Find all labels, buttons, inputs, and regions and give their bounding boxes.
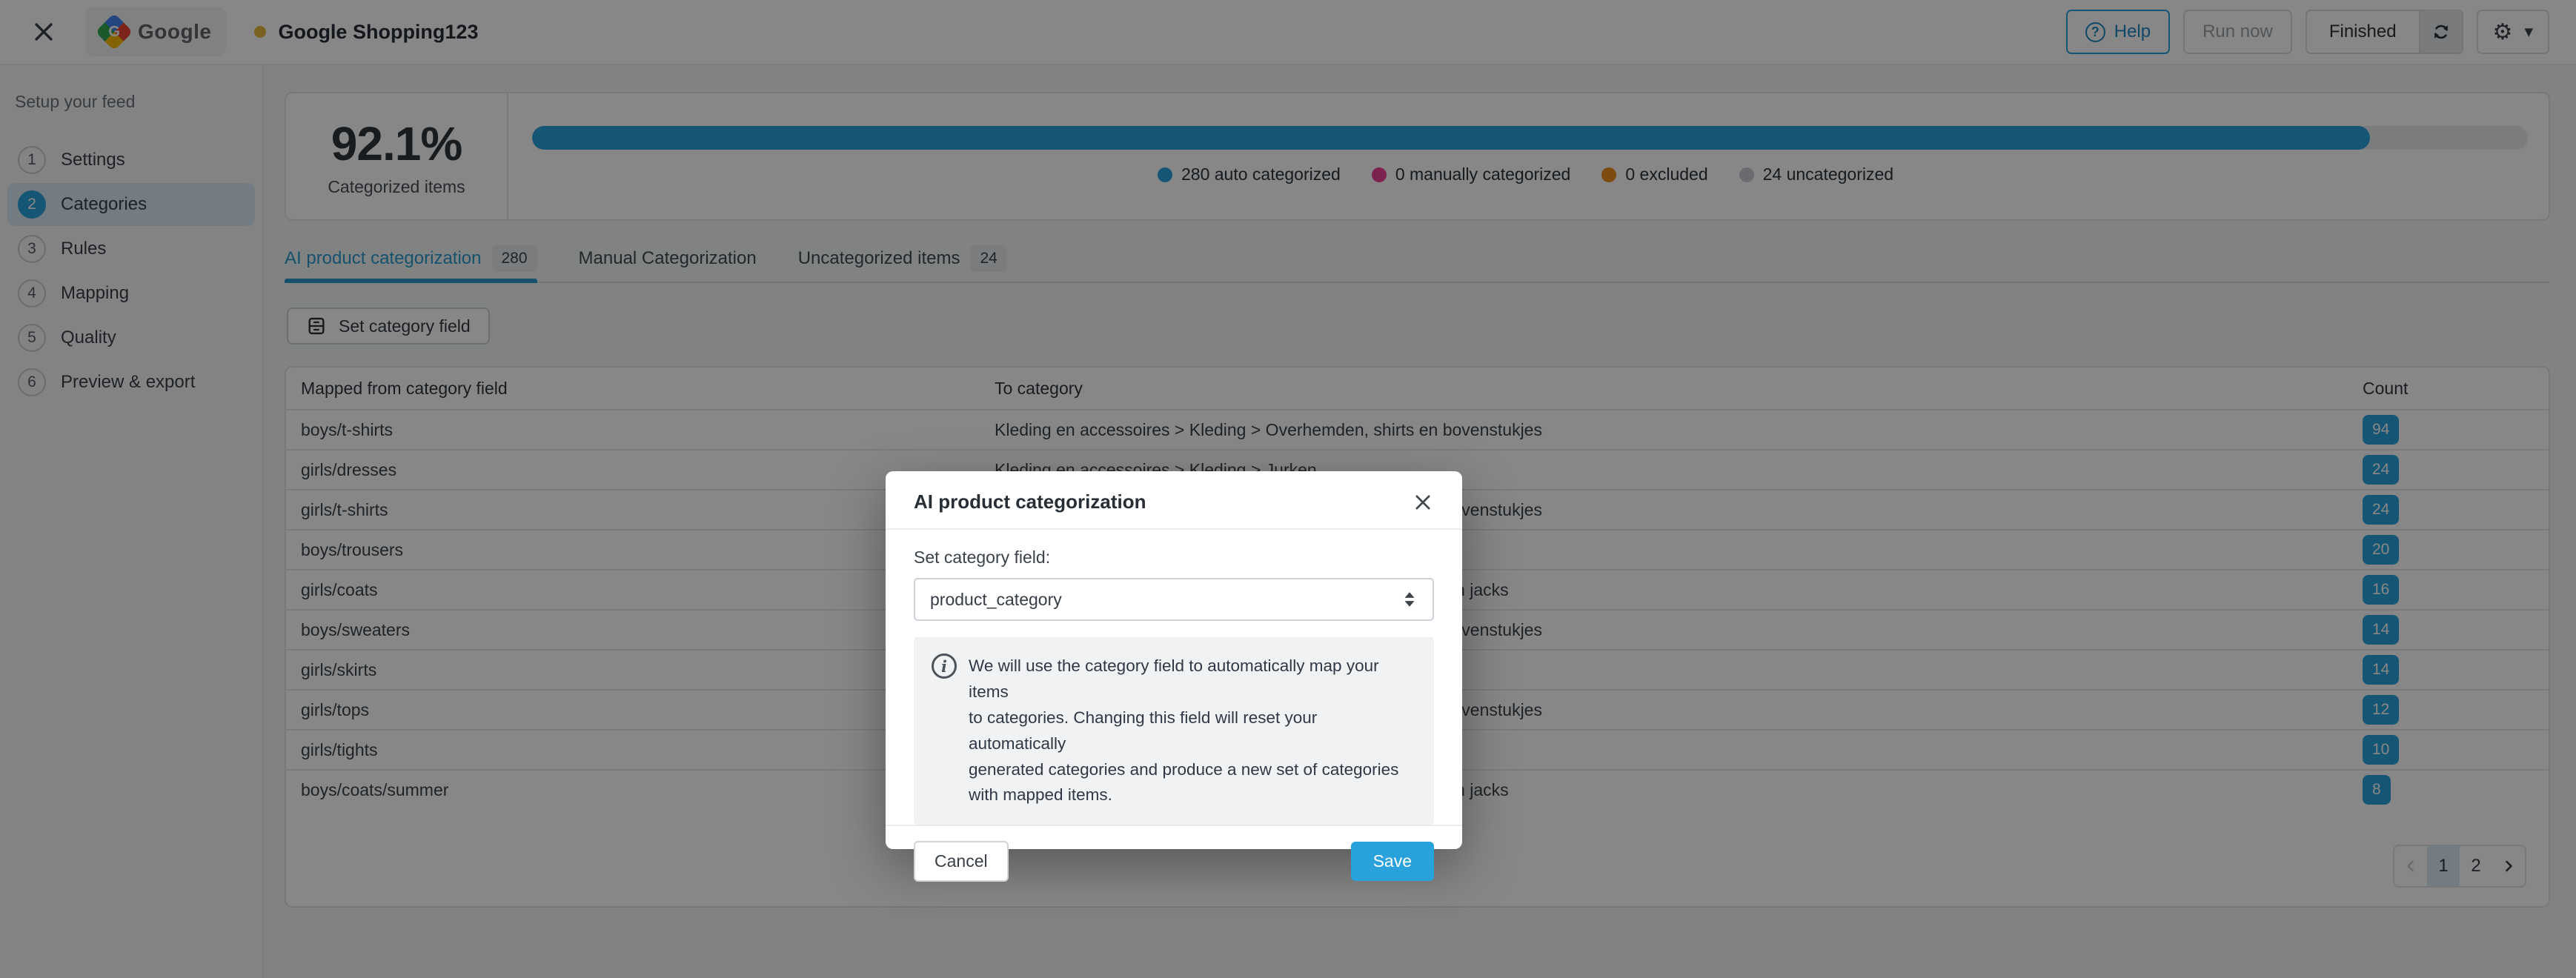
info-icon: i <box>932 653 957 679</box>
cancel-button[interactable]: Cancel <box>914 841 1009 882</box>
dialog-close-icon[interactable] <box>1412 491 1434 513</box>
category-field-value: product_category <box>930 589 1062 609</box>
category-field-info-note: i We will use the category field to auto… <box>914 637 1434 825</box>
dialog-title: AI product categorization <box>914 490 1146 513</box>
category-field-select[interactable]: product_category <box>914 578 1434 621</box>
ai-product-categorization-dialog: AI product categorization Set category f… <box>886 471 1462 882</box>
info-text: We will use the category field to automa… <box>969 656 1399 805</box>
set-category-field-label: Set category field: <box>914 548 1051 567</box>
save-button[interactable]: Save <box>1350 842 1434 882</box>
select-arrows-icon <box>1404 592 1415 607</box>
